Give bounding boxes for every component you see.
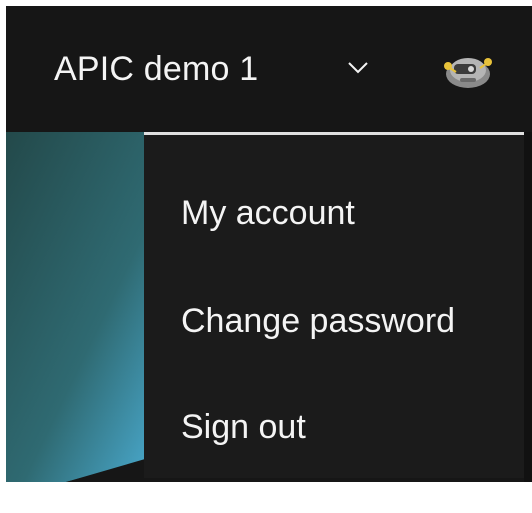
app-frame: APIC demo 1 My account Change password S… [0, 0, 532, 513]
menu-item-sign-out[interactable]: Sign out [144, 377, 524, 477]
menu-item-label: My account [181, 194, 355, 232]
org-switcher-button[interactable]: APIC demo 1 [6, 6, 506, 132]
menu-item-my-account[interactable]: My account [144, 163, 524, 263]
top-header: APIC demo 1 [6, 6, 532, 132]
menu-item-label: Change password [181, 302, 456, 340]
menu-item-change-password[interactable]: Change password [144, 271, 524, 371]
right-edge-strip [524, 132, 532, 482]
robot-avatar-icon[interactable] [442, 50, 494, 90]
chevron-down-icon [348, 62, 368, 74]
menu-item-label: Sign out [181, 408, 306, 446]
account-dropdown-menu: My account Change password Sign out [144, 132, 524, 478]
org-name: APIC demo 1 [54, 50, 259, 88]
